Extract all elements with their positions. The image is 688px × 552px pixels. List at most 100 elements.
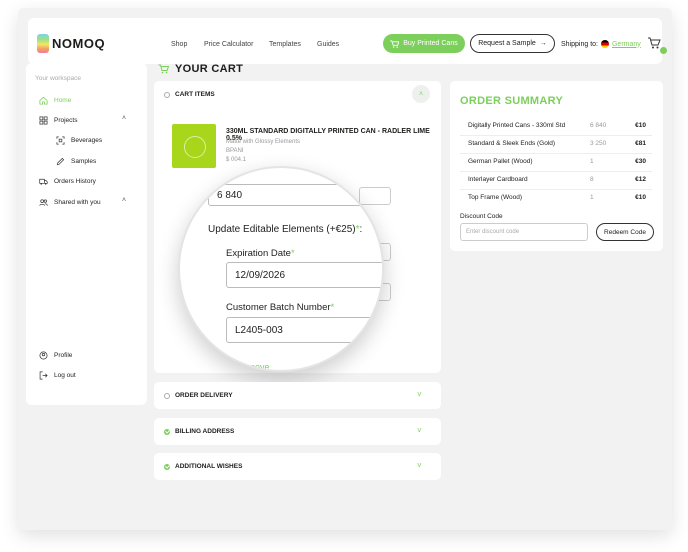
sidebar: Your workspace Home Projects ˄ Beverages… bbox=[26, 63, 147, 405]
top-header: NOMOQ Shop Price Calculator Templates Gu… bbox=[28, 18, 667, 64]
quantity-input[interactable]: 6 840 bbox=[208, 184, 382, 206]
additional-wishes-header: ADDITIONAL WISHES bbox=[164, 463, 242, 470]
shipping-selector[interactable]: Shipping to: Germany bbox=[561, 40, 641, 48]
summary-item-name: German Pallet (Wood) bbox=[468, 158, 533, 165]
expiration-label-text: Expiration Date bbox=[226, 248, 291, 259]
divider bbox=[460, 189, 652, 190]
chevron-down-icon[interactable]: ˅ bbox=[417, 461, 422, 470]
heading-colon: : bbox=[359, 224, 363, 235]
shipping-country-link[interactable]: Germany bbox=[612, 41, 641, 48]
buy-printed-cans-button[interactable]: Buy Printed Cans bbox=[383, 34, 465, 53]
buy-label: Buy Printed Cans bbox=[403, 40, 458, 47]
summary-item-qty: 1 bbox=[590, 158, 594, 165]
expiration-label: Expiration Date* bbox=[226, 248, 295, 259]
discount-code-input[interactable]: Enter discount code bbox=[460, 223, 588, 241]
cart-icon bbox=[158, 64, 169, 74]
nav-shop[interactable]: Shop bbox=[171, 41, 187, 48]
chevron-down-icon[interactable]: ˅ bbox=[417, 426, 422, 435]
step-circle-icon bbox=[164, 91, 170, 98]
item-price: $ 004.1 bbox=[226, 157, 247, 163]
sidebar-item-label: Samples bbox=[71, 158, 97, 165]
cart-icon bbox=[390, 39, 400, 48]
summary-row: Digitally Printed Cans - 330ml Std 6 840… bbox=[468, 122, 646, 129]
summary-item-price: €12 bbox=[635, 176, 646, 183]
chevron-down-icon[interactable]: ˅ bbox=[417, 390, 422, 399]
batch-number-input[interactable]: L2405-003 bbox=[226, 317, 382, 343]
divider bbox=[460, 153, 652, 154]
batch-label-text: Customer Batch Number bbox=[226, 302, 331, 313]
home-icon bbox=[39, 96, 48, 105]
sidebar-item-home[interactable]: Home bbox=[39, 96, 71, 105]
item-finish: Matte with Glossy Elements bbox=[226, 139, 301, 145]
nav-templates[interactable]: Templates bbox=[269, 41, 301, 48]
nav-price-calculator[interactable]: Price Calculator bbox=[204, 41, 253, 48]
request-sample-button[interactable]: Request a Sample → bbox=[470, 34, 555, 53]
batch-value: L2405-003 bbox=[235, 324, 283, 336]
order-delivery-panel[interactable]: ORDER DELIVERY ˅ bbox=[154, 382, 441, 409]
summary-row: German Pallet (Wood) 1 €30 bbox=[468, 158, 646, 165]
divider bbox=[460, 171, 652, 172]
summary-item-qty: 3 250 bbox=[590, 140, 607, 147]
magnifier-lens: 6 840 Update Editable Elements (+€25)*: … bbox=[178, 166, 384, 372]
chevron-up-icon: ˄ bbox=[418, 90, 424, 98]
summary-item-qty: 1 bbox=[590, 194, 594, 201]
summary-row: Interlayer Cardboard 8 €12 bbox=[468, 176, 646, 183]
sidebar-item-profile[interactable]: Profile bbox=[39, 351, 72, 360]
order-delivery-header: ORDER DELIVERY bbox=[164, 392, 233, 399]
redeem-code-button[interactable]: Redeem Code bbox=[596, 223, 654, 241]
nav-guides[interactable]: Guides bbox=[317, 41, 339, 48]
users-icon bbox=[39, 199, 48, 206]
redeem-label: Redeem Code bbox=[604, 228, 646, 236]
summary-item-price: €81 bbox=[635, 140, 646, 147]
sidebar-item-log-out[interactable]: Log out bbox=[39, 371, 76, 380]
truck-icon bbox=[39, 178, 48, 185]
can-thumbnail[interactable] bbox=[172, 124, 216, 168]
grid-icon bbox=[39, 116, 48, 125]
header-cart-icon[interactable] bbox=[647, 36, 661, 50]
collapse-button[interactable]: ˄ bbox=[412, 85, 430, 103]
sample-label: Request a Sample bbox=[478, 40, 536, 47]
expiration-value: 12/09/2026 bbox=[235, 269, 286, 281]
sidebar-item-label: Home bbox=[54, 97, 72, 104]
sidebar-item-label: Shared with you bbox=[54, 199, 101, 206]
editable-elements-heading: Update Editable Elements (+€25)*: bbox=[208, 224, 362, 235]
page-title: YOUR CART bbox=[158, 63, 243, 75]
summary-item-name: Standard & Sleek Ends (Gold) bbox=[468, 140, 556, 147]
brand-name: NOMOQ bbox=[52, 36, 106, 51]
brand-logo[interactable]: NOMOQ bbox=[37, 34, 105, 53]
logo-mark-icon bbox=[37, 34, 49, 53]
check-circle-icon bbox=[164, 428, 170, 435]
shipping-label: Shipping to: bbox=[561, 40, 598, 48]
batch-label: Customer Batch Number* bbox=[226, 302, 334, 313]
sidebar-item-label: Profile bbox=[54, 352, 73, 359]
summary-item-name: Digitally Printed Cans - 330ml Std bbox=[468, 122, 566, 129]
summary-item-name: Interlayer Cardboard bbox=[468, 176, 528, 183]
required-mark: * bbox=[290, 248, 295, 259]
chevron-up-icon[interactable]: ˄ bbox=[122, 115, 126, 122]
summary-item-qty: 6 840 bbox=[590, 122, 607, 129]
summary-item-price: €10 bbox=[635, 194, 646, 201]
sidebar-item-samples[interactable]: Samples bbox=[56, 157, 96, 166]
logout-icon bbox=[39, 371, 48, 380]
additional-wishes-panel[interactable]: ADDITIONAL WISHES ˅ bbox=[154, 453, 441, 480]
arrow-right-icon: → bbox=[539, 40, 547, 47]
sidebar-item-beverages[interactable]: Beverages bbox=[56, 136, 102, 145]
section-title: CART ITEMS bbox=[175, 91, 215, 98]
sidebar-item-label: Log out bbox=[54, 372, 76, 379]
summary-item-price: €30 bbox=[635, 158, 646, 165]
sidebar-item-shared-with-you[interactable]: Shared with you bbox=[39, 198, 101, 207]
summary-item-price: €10 bbox=[635, 122, 646, 129]
discount-placeholder: Enter discount code bbox=[466, 229, 520, 235]
summary-item-qty: 8 bbox=[590, 176, 594, 183]
billing-address-header: BILLING ADDRESS bbox=[164, 428, 234, 435]
sidebar-item-orders-history[interactable]: Orders History bbox=[39, 177, 96, 186]
expiration-date-input[interactable]: 12/09/2026 bbox=[226, 262, 382, 288]
profile-icon bbox=[39, 351, 48, 360]
sidebar-item-projects[interactable]: Projects bbox=[39, 116, 77, 125]
chevron-up-icon[interactable]: ˄ bbox=[122, 197, 126, 204]
order-summary-panel: ORDER SUMMARY Digitally Printed Cans - 3… bbox=[450, 81, 663, 251]
cart-items-header[interactable]: CART ITEMS bbox=[164, 91, 215, 98]
divider bbox=[460, 135, 652, 136]
billing-address-panel[interactable]: BILLING ADDRESS ˅ bbox=[154, 418, 441, 445]
summary-row: Top Frame (Wood) 1 €10 bbox=[468, 194, 646, 201]
